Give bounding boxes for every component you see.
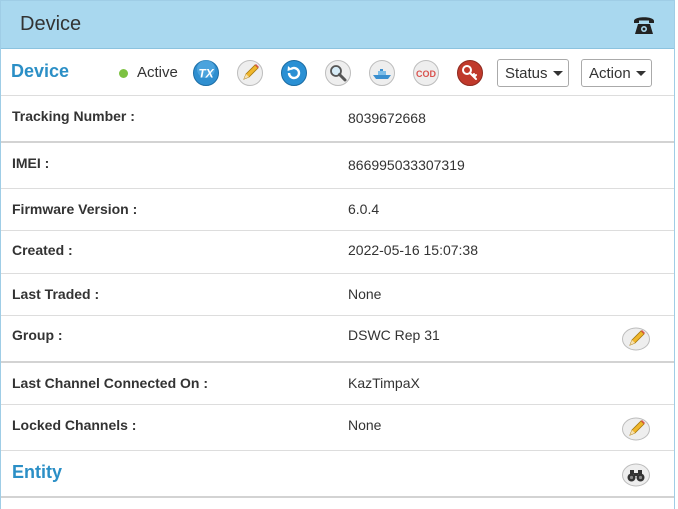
row-value: 866995033307319 bbox=[348, 157, 465, 173]
device-panel: Device Device Active TX COD Status Actio… bbox=[0, 0, 675, 509]
action-dropdown-label: Action bbox=[589, 64, 631, 82]
row-value: None bbox=[348, 286, 382, 302]
device-section-title: Device bbox=[11, 61, 70, 81]
refresh-icon[interactable] bbox=[280, 59, 308, 87]
panel-header: Device bbox=[1, 1, 674, 49]
row-label: Locked Channels : bbox=[12, 417, 137, 433]
phone-icon[interactable] bbox=[631, 12, 657, 38]
pencil-icon[interactable] bbox=[236, 59, 264, 87]
tx-icon-label: TX bbox=[198, 67, 214, 81]
status-dropdown-label: Status bbox=[505, 64, 548, 82]
action-dropdown-button[interactable]: Action bbox=[581, 59, 652, 87]
edit-locked-channels-button[interactable] bbox=[621, 414, 651, 442]
ship-icon[interactable] bbox=[368, 59, 396, 87]
edit-group-button[interactable] bbox=[621, 324, 651, 352]
status-dropdown-button[interactable]: Status bbox=[497, 59, 569, 87]
binoculars-icon[interactable] bbox=[621, 460, 651, 488]
entity-section-title: Entity bbox=[12, 462, 63, 482]
last-traded-row: Last Traded : None bbox=[1, 274, 674, 316]
row-value: None bbox=[348, 417, 382, 433]
cod-icon-label: COD bbox=[416, 69, 437, 79]
status-text: Active bbox=[137, 64, 178, 81]
firmware-version-row: Firmware Version : 6.0.4 bbox=[1, 189, 674, 231]
chevron-down-icon bbox=[552, 70, 563, 76]
row-label: IMEI : bbox=[12, 155, 50, 171]
created-row: Created : 2022-05-16 15:07:38 bbox=[1, 231, 674, 274]
row-value: KazTimpaX bbox=[348, 375, 420, 391]
pencil-icon bbox=[622, 417, 650, 441]
tracking-number-row: Tracking Number : 8039672668 bbox=[1, 96, 674, 143]
row-value: DSWC Rep 31 bbox=[348, 327, 440, 343]
row-label: Last Traded : bbox=[12, 286, 100, 302]
row-label: Created : bbox=[12, 242, 73, 258]
panel-title: Device bbox=[20, 13, 82, 35]
row-label: Last Channel Connected On : bbox=[12, 375, 209, 391]
last-channel-row: Last Channel Connected On : KazTimpaX bbox=[1, 363, 674, 405]
row-value: 2022-05-16 15:07:38 bbox=[348, 242, 478, 258]
row-value: 8039672668 bbox=[348, 110, 426, 126]
pencil-icon bbox=[622, 327, 650, 351]
row-label: Firmware Version : bbox=[12, 201, 138, 217]
device-toolbar: Device Active TX COD Status Action bbox=[1, 49, 674, 96]
group-row: Group : DSWC Rep 31 bbox=[1, 316, 674, 363]
row-value: 6.0.4 bbox=[348, 201, 380, 217]
key-icon[interactable] bbox=[456, 59, 484, 87]
row-label: Tracking Number : bbox=[12, 108, 135, 124]
tx-icon[interactable]: TX bbox=[192, 59, 220, 87]
magnifier-icon[interactable] bbox=[324, 59, 352, 87]
imei-row: IMEI : 866995033307319 bbox=[1, 143, 674, 189]
entity-section-row: Entity bbox=[1, 451, 674, 498]
status-dot-icon bbox=[119, 69, 128, 78]
locked-channels-row: Locked Channels : None bbox=[1, 405, 674, 451]
chevron-down-icon bbox=[635, 70, 646, 76]
cod-icon[interactable]: COD bbox=[412, 59, 440, 87]
row-label: Group : bbox=[12, 327, 63, 343]
